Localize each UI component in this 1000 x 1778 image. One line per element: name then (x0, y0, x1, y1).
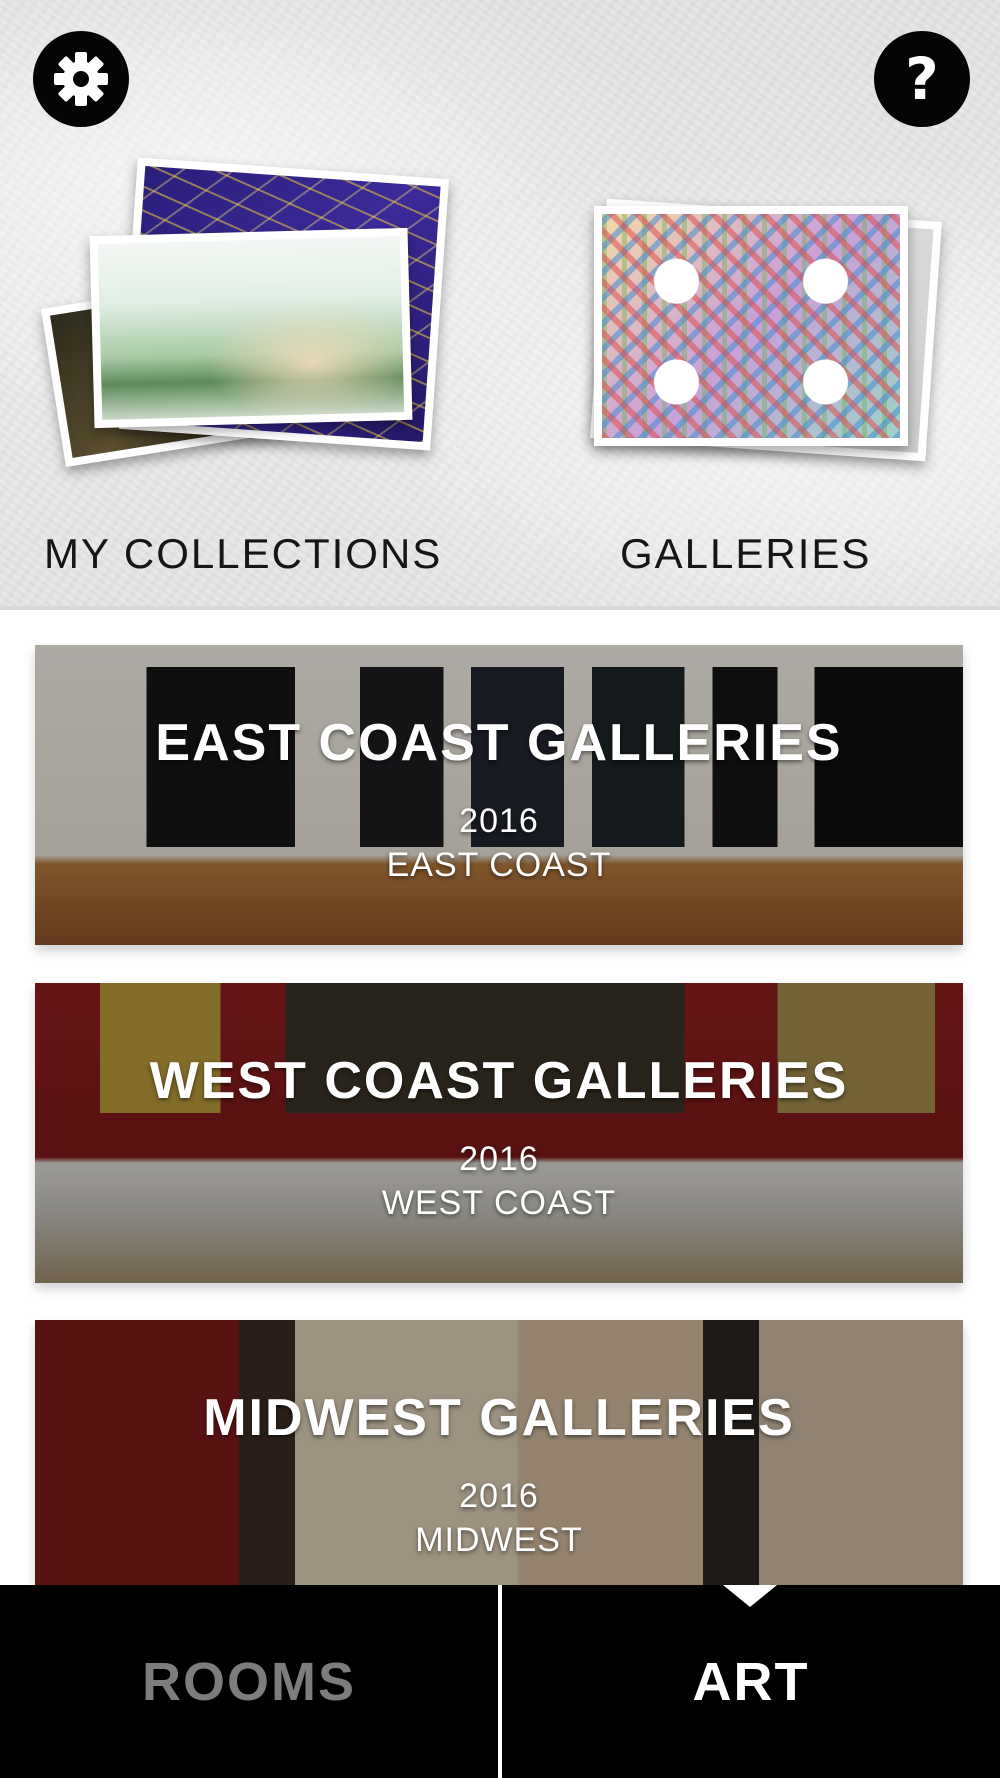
gallery-card-midwest[interactable]: MIDWEST GALLERIES 2016 MIDWEST (35, 1320, 963, 1620)
gallery-card-year: 2016 (459, 1477, 539, 1515)
tab-art[interactable]: ART (502, 1585, 1000, 1778)
my-collections-label[interactable]: MY COLLECTIONS (44, 530, 442, 578)
gallery-card-title: MIDWEST GALLERIES (203, 1389, 795, 1447)
question-icon: ? (905, 45, 939, 113)
gallery-card-year: 2016 (459, 1140, 539, 1178)
settings-button[interactable] (33, 31, 129, 127)
gallery-card-region: WEST COAST (381, 1184, 617, 1222)
gallery-card-title: EAST COAST GALLERIES (155, 714, 843, 772)
active-tab-indicator (723, 1585, 777, 1607)
galleries-label[interactable]: GALLERIES (620, 530, 871, 578)
gallery-card-title: WEST COAST GALLERIES (149, 1052, 849, 1110)
collection-photo-front (89, 227, 413, 429)
gallery-card-year: 2016 (459, 802, 539, 840)
tab-rooms[interactable]: ROOMS (0, 1585, 498, 1778)
gear-icon (54, 52, 108, 106)
gallery-card-west-coast[interactable]: WEST COAST GALLERIES 2016 WEST COAST (35, 983, 963, 1283)
gallery-card-region: EAST COAST (386, 846, 612, 884)
help-button[interactable]: ? (874, 31, 970, 127)
gallery-card-east-coast[interactable]: EAST COAST GALLERIES 2016 EAST COAST (35, 645, 963, 945)
gallery-photo-front (594, 206, 908, 446)
bottom-tab-bar: ROOMS ART (0, 1585, 1000, 1778)
gallery-card-region: MIDWEST (415, 1521, 583, 1559)
collections-header: ? MY COLLECTIONS GALLERIES (0, 0, 1000, 610)
